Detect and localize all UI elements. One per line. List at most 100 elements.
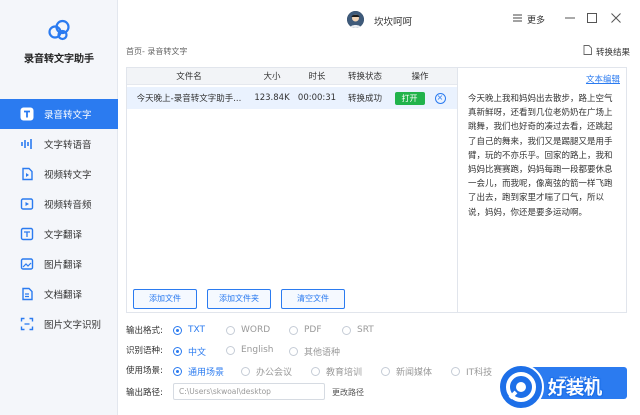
audio-wave-icon [20,137,34,151]
radio-dot [311,367,320,376]
sidebar-item-label: 录音转文字 [44,110,92,121]
breadcrumb: 首页- 录音转文字 [126,47,188,56]
video-text-icon [20,167,34,181]
panel-buttons: 添加文件 添加文件夹 清空文件 [133,289,345,309]
title-bar: 坎坎呵呵 更多 [118,0,640,38]
more-label: 更多 [527,16,546,26]
radio-dot [173,325,182,335]
sidebar-item-image-ocr[interactable]: 图片文字识别 [0,309,118,339]
watermark-logo-icon [506,372,536,402]
image-ocr-icon [20,317,34,331]
column-header-size: 大小 [263,72,281,82]
output-format-row: 输出格式: [126,323,174,337]
maximize-button[interactable] [586,12,598,24]
radio-dot [226,345,235,355]
radio-dot [289,347,298,356]
scene-radio-it[interactable]: IT科技 [451,365,492,378]
column-header-status: 转换状态 [347,72,382,82]
sidebar-item-video-to-text[interactable]: 视频转文字 [0,159,118,189]
close-icon [611,13,621,23]
close-button[interactable] [610,12,622,24]
convert-result-button[interactable]: 转换结果 [583,45,630,58]
sidebar-item-label: 视频转文字 [44,170,92,181]
radio-dot [342,325,351,335]
menu-lines-icon [513,14,522,25]
file-size: 123.84K [254,93,290,103]
column-header-action: 操作 [411,72,429,82]
sidebar-item-document-translate[interactable]: 文档翻译 [0,279,118,309]
scene-radio-news[interactable]: 新闻媒体 [381,365,432,378]
radio-label: TXT [188,325,206,335]
text-t-icon [20,107,34,121]
video-audio-icon [20,197,34,211]
minimize-icon [565,17,575,19]
format-radio-srt[interactable]: SRT [342,325,374,335]
output-format-label: 输出格式: [126,326,163,336]
document-icon [583,45,592,58]
sidebar-item-label: 图片翻译 [44,260,83,271]
watermark-text: 好装机 [548,378,602,399]
avatar[interactable] [347,11,364,28]
sidebar-item-label: 文档翻译 [44,290,83,301]
sidebar-item-text-to-speech[interactable]: 文字转语音 [0,129,118,159]
radio-label: IT科技 [466,368,493,378]
clear-files-button[interactable]: 清空文件 [281,289,345,309]
language-radio-english[interactable]: English [226,345,274,355]
radio-label: 中文 [188,348,207,358]
sidebar-item-text-translate[interactable]: 文字翻译 [0,219,118,249]
radio-dot [173,347,182,356]
text-edit-link[interactable]: 文本编辑 [586,73,620,85]
sidebar: 录音转文字助手 录音转文字 文字转语音 视频转文字 视频转音频 文字翻译 图片翻… [0,0,118,415]
text-result-panel: 文本编辑 今天晚上我和妈妈出去散步，路上空气真新鲜呀，还看到几位老奶奶在广场上跳… [458,67,627,313]
add-folder-button[interactable]: 添加文件夹 [207,289,271,309]
radio-dot [289,325,298,335]
language-radio-other[interactable]: 其他语种 [289,345,340,358]
format-radio-word[interactable]: WORD [226,325,270,335]
transcript-text: 今天晚上我和妈妈出去散步，路上空气真新鲜呀，还看到几位老奶奶在广场上跳舞，我们也… [468,94,613,218]
scene-radio-education[interactable]: 教育培训 [311,365,362,378]
watermark-logo [498,364,544,410]
sidebar-item-audio-to-text[interactable]: 录音转文字 [0,99,118,129]
minimize-button[interactable] [564,12,576,24]
radio-label: 新闻媒体 [396,368,433,378]
username[interactable]: 坎坎呵呵 [374,14,412,28]
output-path-row: 输出路径: [126,385,174,399]
sidebar-item-image-translate[interactable]: 图片翻译 [0,249,118,279]
scene-row: 使用场景: [126,363,174,377]
app-name: 录音转文字助手 [24,54,94,65]
file-duration: 00:00:31 [297,93,337,103]
open-button[interactable]: 打开 [394,91,425,105]
sidebar-item-label: 文字转语音 [44,140,92,151]
radio-label: PDF [304,325,322,335]
output-path-label: 输出路径: [126,388,163,398]
column-header-duration: 时长 [308,72,326,82]
row-actions: 打开 × [389,91,451,105]
format-radio-pdf[interactable]: PDF [289,325,322,335]
sidebar-item-label: 文字翻译 [44,230,83,241]
more-menu-button[interactable]: 更多 [513,13,545,26]
radio-label: 通用场景 [188,368,225,378]
sidebar-nav: 录音转文字 文字转语音 视频转文字 视频转音频 文字翻译 图片翻译 文档翻译 图… [0,99,118,339]
language-radio-chinese[interactable]: 中文 [173,345,206,358]
sidebar-item-label: 图片文字识别 [44,320,102,331]
file-list-panel: 文件名 大小 时长 转换状态 操作 今天晚上-录音转文字助手... 123.84… [126,67,458,313]
scene-radio-general[interactable]: 通用场景 [173,365,224,378]
radio-dot [173,367,182,376]
radio-dot [381,367,390,376]
table-row[interactable]: 今天晚上-录音转文字助手... 123.84K 00:00:31 转换成功 打开… [127,87,457,109]
file-status: 转换成功 [347,94,382,104]
delete-icon[interactable]: × [434,92,446,104]
scene-label: 使用场景: [126,366,163,376]
sidebar-item-video-to-audio[interactable]: 视频转音频 [0,189,118,219]
radio-label: SRT [357,325,374,335]
document-translate-icon [20,287,34,301]
language-label: 识别语种: [126,346,163,356]
scene-radio-office[interactable]: 办公会议 [241,365,292,378]
column-header-filename: 文件名 [176,72,202,82]
format-radio-txt[interactable]: TXT [173,325,205,335]
change-path-button[interactable]: 更改路径 [332,387,364,398]
add-file-button[interactable]: 添加文件 [133,289,197,309]
radio-dot [451,367,460,376]
output-path-field[interactable]: C:\Users\skwoal\desktop [173,383,325,400]
radio-label: English [241,345,274,355]
